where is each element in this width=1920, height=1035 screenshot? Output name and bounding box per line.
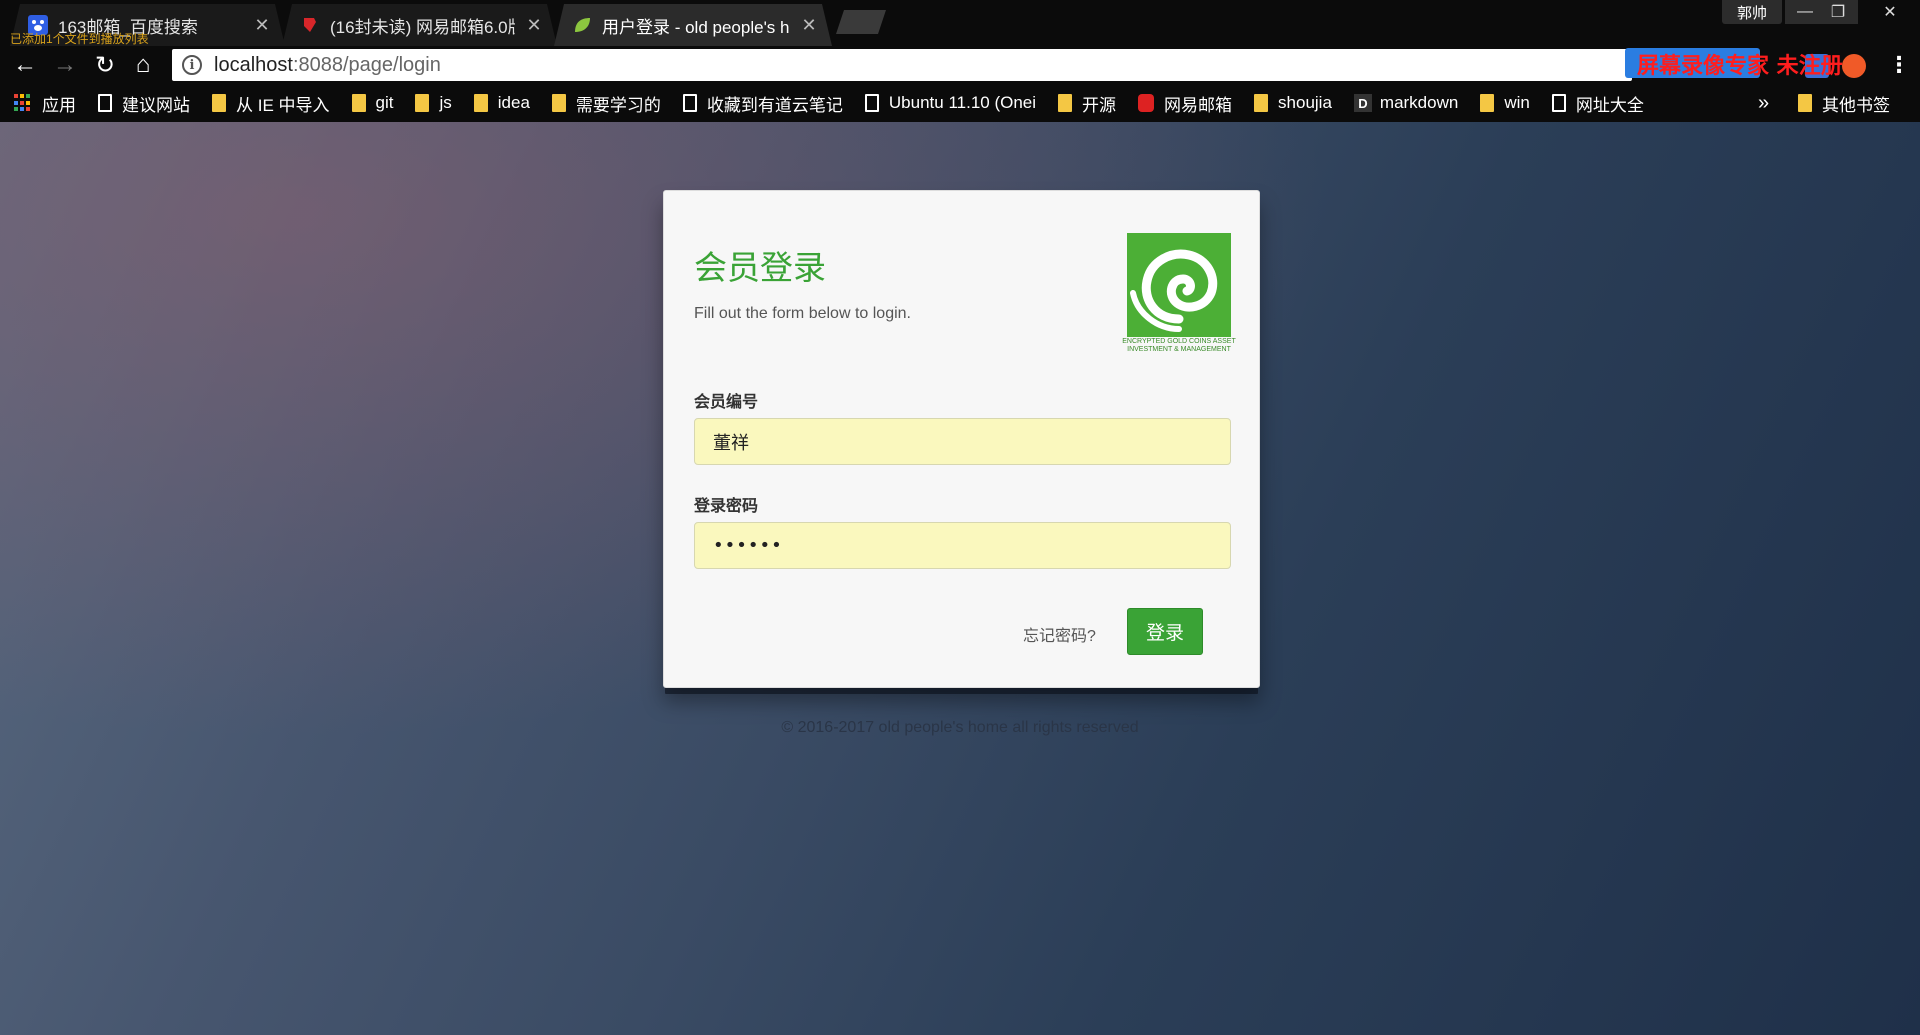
browser-toolbar: ← → ↻ ⌂ i localhost:8088/page/login 屏幕录像…: [0, 46, 1920, 84]
folder-icon: [473, 94, 488, 112]
login-card: 会员登录 Fill out the form below to login. E…: [663, 190, 1260, 688]
bookmark-youdao-note[interactable]: 收藏到有道云笔记: [682, 91, 843, 116]
page-footer: © 2016-2017 old people's home all rights…: [781, 719, 1139, 736]
bookmarks-bar: 应用 建议网站 从 IE 中导入 git js idea 需要学习的 收藏到有道…: [0, 84, 1920, 122]
login-button[interactable]: 登录: [1127, 608, 1203, 655]
browser-menu-icon[interactable]: ⋮: [1884, 48, 1914, 82]
bookmark-label: js: [439, 93, 452, 112]
tab-163-mail[interactable]: (16封未读) 网易邮箱6.0版 ✕: [282, 4, 557, 46]
spiral-logo-icon: [1127, 233, 1231, 337]
page-icon: [864, 94, 879, 112]
bookmark-url-directory[interactable]: 网址大全: [1551, 91, 1644, 116]
back-button[interactable]: ←: [10, 50, 40, 80]
bookmark-js[interactable]: js: [415, 93, 452, 113]
bookmark-markdown[interactable]: Dmarkdown: [1353, 93, 1459, 113]
apps-grid-icon: [14, 94, 32, 112]
forward-button[interactable]: →: [50, 50, 80, 80]
page-icon: [1551, 94, 1566, 112]
netease-mail-icon: [300, 15, 320, 35]
bookmark-label: idea: [497, 93, 530, 112]
bookmark-label: win: [1504, 93, 1530, 112]
folder-icon: [1480, 94, 1495, 112]
bookmark-suggested-sites[interactable]: 建议网站: [98, 91, 190, 116]
reload-button[interactable]: ↻: [90, 50, 120, 80]
extension-icon[interactable]: [1842, 54, 1866, 78]
forgot-password-link[interactable]: 忘记密码?: [1023, 622, 1096, 646]
bookmark-netease-mail[interactable]: 网易邮箱: [1138, 91, 1232, 116]
bookmark-shoujia[interactable]: shoujia: [1254, 93, 1332, 113]
tab-user-login[interactable]: 用户登录 - old people's home ✕: [554, 4, 832, 46]
bookmark-label: shoujia: [1278, 93, 1332, 112]
bookmark-other[interactable]: 其他书签: [1798, 84, 1890, 122]
address-bar[interactable]: i localhost:8088/page/login: [172, 49, 1632, 81]
recorder-watermark: 屏幕录像专家 未注册: [1637, 53, 1843, 79]
bookmark-label: 其他书签: [1822, 95, 1890, 115]
company-logo: ENCRYPTED GOLD COINS ASSET INVESTMENT & …: [1122, 233, 1236, 358]
bookmark-win[interactable]: win: [1480, 93, 1530, 113]
password-label: 登录密码: [694, 498, 759, 515]
logo-caption: ENCRYPTED GOLD COINS ASSET INVESTMENT & …: [1122, 338, 1236, 353]
bookmark-label: Ubuntu 11.10 (Onei: [888, 93, 1037, 112]
leaf-icon: [572, 15, 592, 35]
bookmark-open-source[interactable]: 开源: [1058, 91, 1116, 116]
login-subtitle: Fill out the form below to login.: [694, 305, 911, 322]
bookmark-label: 需要学习的: [575, 95, 661, 115]
page-icon: [682, 94, 697, 112]
bookmark-label: 网易邮箱: [1164, 95, 1233, 115]
folder-icon: [415, 94, 430, 112]
tab-title: (16封未读) 网易邮箱6.0版: [330, 17, 515, 37]
folder-icon: [1254, 94, 1269, 112]
url-host: localhost: [214, 53, 293, 76]
bookmark-git[interactable]: git: [351, 93, 394, 113]
recorder-overlay-note: 已添加1个文件到播放列表: [10, 32, 149, 46]
bookmark-label: 从 IE 中导入: [236, 95, 330, 115]
tab-strip: 163邮箱_百度搜索 ✕ (16封未读) 网易邮箱6.0版 ✕ 用户登录 - o…: [0, 0, 1920, 46]
extension-area: 屏幕录像专家 未注册: [1625, 48, 1875, 82]
home-button[interactable]: ⌂: [128, 50, 158, 80]
tab-close-icon[interactable]: ✕: [800, 15, 818, 36]
bookmark-label: markdown: [1379, 93, 1459, 112]
folder-icon: [1798, 94, 1812, 112]
password-input[interactable]: [694, 522, 1231, 569]
maximize-button[interactable]: ❐: [1818, 0, 1858, 24]
folder-icon: [351, 94, 366, 112]
tab-title: 用户登录 - old people's home: [602, 17, 790, 37]
new-tab-button[interactable]: [836, 10, 886, 34]
folder-icon: [212, 94, 226, 112]
tab-close-icon[interactable]: ✕: [253, 15, 271, 36]
close-window-button[interactable]: ✕: [1865, 0, 1915, 24]
page-background: 会员登录 Fill out the form below to login. E…: [0, 122, 1920, 1035]
bookmark-label: git: [375, 93, 394, 112]
profile-button[interactable]: 郭帅: [1722, 0, 1782, 24]
bookmark-ubuntu[interactable]: Ubuntu 11.10 (Onei: [864, 93, 1037, 113]
bookmark-label: 应用: [42, 95, 76, 115]
member-id-input[interactable]: [694, 418, 1231, 465]
netease-mail-icon: [1138, 94, 1155, 112]
bookmark-label: 收藏到有道云笔记: [706, 95, 843, 115]
bookmark-label: 建议网站: [122, 95, 190, 115]
info-icon[interactable]: i: [182, 55, 202, 75]
page-icon: [98, 94, 112, 112]
bookmark-import-ie[interactable]: 从 IE 中导入: [212, 91, 330, 116]
bookmark-apps[interactable]: 应用: [14, 91, 76, 116]
login-title: 会员登录: [694, 248, 826, 287]
bookmark-label: 网址大全: [1575, 95, 1644, 115]
d-letter-icon: D: [1353, 94, 1372, 112]
bookmarks-overflow-icon[interactable]: »: [1758, 84, 1769, 122]
tab-close-icon[interactable]: ✕: [525, 15, 543, 36]
folder-icon: [1058, 94, 1073, 112]
bookmark-to-learn[interactable]: 需要学习的: [551, 91, 661, 116]
bookmark-idea[interactable]: idea: [473, 93, 530, 113]
bookmark-label: 开源: [1082, 95, 1117, 115]
member-id-label: 会员编号: [694, 394, 759, 411]
url-path: :8088/page/login: [292, 53, 441, 76]
folder-icon: [551, 94, 566, 112]
